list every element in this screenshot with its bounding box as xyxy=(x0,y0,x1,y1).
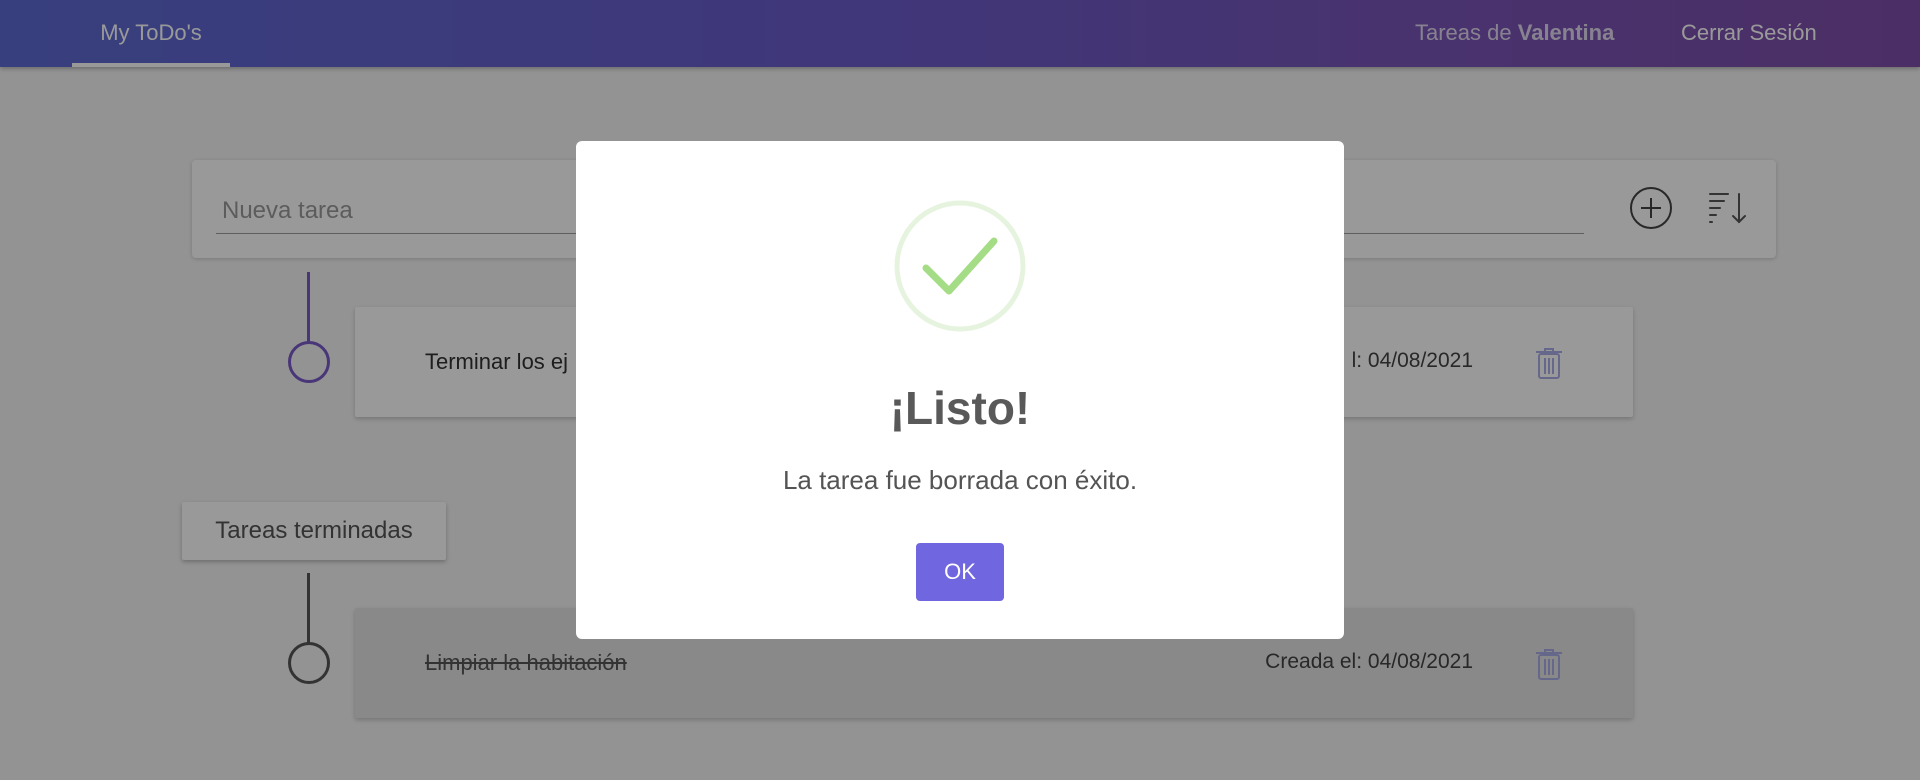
ok-button[interactable]: OK xyxy=(916,543,1004,601)
success-check-icon xyxy=(894,200,1026,332)
success-dialog: ¡Listo! La tarea fue borrada con éxito. … xyxy=(576,141,1344,639)
dialog-message: La tarea fue borrada con éxito. xyxy=(782,465,1138,495)
dialog-title: ¡Listo! xyxy=(889,382,1031,434)
